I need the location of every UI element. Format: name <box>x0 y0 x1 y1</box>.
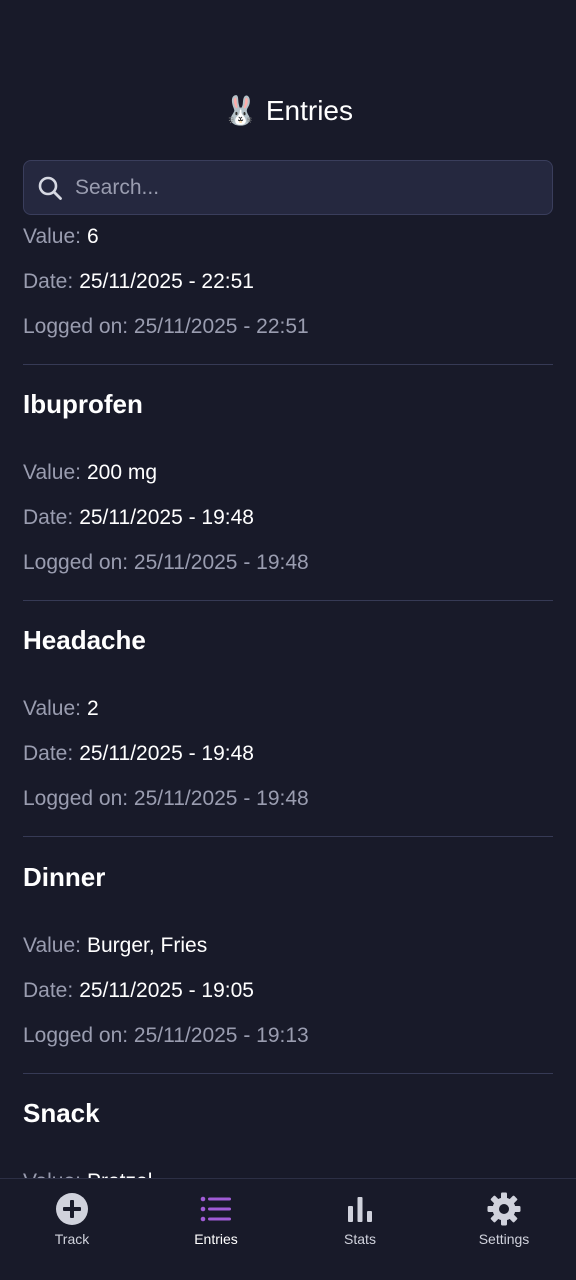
page-title: Entries <box>265 95 354 126</box>
value-label: Value: <box>23 461 81 484</box>
entry-date: 25/11/2025 - 22:51 <box>79 270 254 293</box>
entry-logged: Logged on: 25/11/2025 - 22:51 <box>23 315 309 338</box>
date-label: Date: <box>23 270 74 293</box>
list-icon <box>198 1191 234 1227</box>
entry-value-row: Value: Pretzel <box>23 1169 152 1178</box>
list-item[interactable]: Snack Value: Pretzel <box>23 1074 553 1178</box>
entry-value-row: Value: 6 <box>23 224 99 250</box>
entry-value: 6 <box>87 225 99 248</box>
entry-title: Ibuprofen <box>23 389 143 419</box>
search-icon <box>37 175 63 201</box>
entry-value-row: Value: 2 <box>23 696 99 722</box>
bottom-nav: Track Entries Stats Settings <box>0 1178 576 1280</box>
entry-date-row: Date: 25/11/2025 - 22:51 <box>23 269 254 295</box>
entry-value: 200 mg <box>87 461 158 484</box>
entry-value-row: Value: Burger, Fries <box>23 933 207 959</box>
rabbit-icon: 🐰 <box>222 94 258 127</box>
value-label: Value: <box>23 1170 81 1178</box>
entry-value: Pretzel <box>87 1170 152 1178</box>
entry-title: Dinner <box>23 862 106 892</box>
entry-title: Snack <box>23 1098 100 1128</box>
divider <box>23 836 553 837</box>
entry-title: Headache <box>23 625 146 655</box>
entry-date: 25/11/2025 - 19:48 <box>79 506 254 529</box>
nav-stats[interactable]: Stats <box>288 1179 432 1280</box>
entry-value-row: Value: 200 mg <box>23 460 157 486</box>
entry-date: 25/11/2025 - 19:05 <box>79 979 254 1002</box>
search-bar[interactable] <box>23 160 553 215</box>
nav-label: Track <box>54 1231 90 1247</box>
bar-chart-icon <box>342 1191 378 1227</box>
list-item[interactable]: Ibuprofen Value: 200 mg Date: 25/11/2025 -… <box>23 365 553 602</box>
page-header: 🐰 Entries <box>0 88 576 134</box>
nav-track[interactable]: Track <box>0 1179 144 1280</box>
nav-label: Stats <box>344 1231 376 1247</box>
nav-entries[interactable]: Entries <box>144 1179 288 1280</box>
value-label: Value: <box>23 697 81 720</box>
nav-settings[interactable]: Settings <box>432 1179 576 1280</box>
entry-date-row: Date: 25/11/2025 - 19:48 <box>23 741 254 767</box>
date-label: Date: <box>23 506 74 529</box>
entry-logged: Logged on: 25/11/2025 - 19:48 <box>23 551 309 574</box>
date-label: Date: <box>23 979 74 1002</box>
list-item[interactable]: Dinner Value: Burger, Fries Date: 25/11/20… <box>23 838 553 1075</box>
nav-label: Settings <box>478 1231 530 1247</box>
gear-icon <box>486 1191 522 1227</box>
entry-value: Burger, Fries <box>87 934 208 957</box>
entries-screen: 🐰 Entries Value:6 Date:25/11/2025 - 22:5… <box>0 0 576 1280</box>
list-item[interactable]: Value: 6 Date: 25/11/2025 - 22:51 Logged o… <box>23 216 553 366</box>
entry-date: 25/11/2025 - 19:48 <box>79 742 254 765</box>
search-input[interactable] <box>75 167 552 208</box>
entry-logged: Logged on: 25/11/2025 - 19:13 <box>23 1024 309 1047</box>
entry-value: 2 <box>87 697 99 720</box>
nav-label: Entries <box>194 1231 238 1247</box>
entries-list[interactable]: Value: 6 Date: 25/11/2025 - 22:51 Logged o… <box>0 216 576 1178</box>
value-label: Value: <box>23 225 81 248</box>
entry-date-row: Date: 25/11/2025 - 19:48 <box>23 505 254 531</box>
plus-circle-icon <box>54 1191 90 1227</box>
entry-date-row: Date: 25/11/2025 - 19:05 <box>23 978 254 1004</box>
entry-logged: Logged on: 25/11/2025 - 19:48 <box>23 787 309 810</box>
date-label: Date: <box>23 742 74 765</box>
list-item[interactable]: Headache Value: 2 Date: 25/11/2025 - 19:48… <box>23 601 553 838</box>
value-label: Value: <box>23 934 81 957</box>
